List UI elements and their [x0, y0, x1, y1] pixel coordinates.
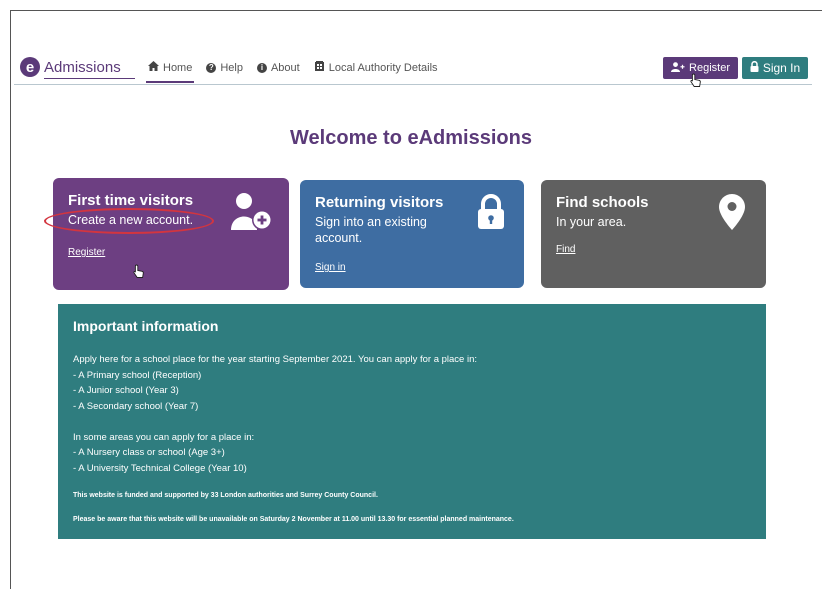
page-title: Welcome to eAdmissions: [290, 127, 532, 149]
info-line: - A Junior school (Year 3): [73, 385, 179, 396]
nav-local-authority[interactable]: Local Authority Details: [314, 61, 438, 74]
nav-home[interactable]: Home: [145, 61, 195, 83]
highlight-circle: [44, 208, 214, 234]
maintenance-note: Please be aware that this website will b…: [73, 516, 514, 523]
card-subtitle: In your area.: [556, 215, 627, 229]
logo[interactable]: e Admissions: [20, 57, 135, 79]
nav-local-authority-label: Local Authority Details: [328, 61, 438, 74]
info-line: - A Nursery class or school (Age 3+): [73, 447, 225, 458]
nav-about[interactable]: i About: [256, 61, 300, 74]
lock-icon: [476, 194, 506, 235]
info-line: - A University Technical College (Year 1…: [73, 462, 247, 474]
card-returning-visitors[interactable]: Returning visitors Sign into an existing…: [300, 180, 524, 288]
map-pin-icon: [719, 194, 745, 235]
card-title: Find schools: [556, 194, 649, 211]
card-find-schools[interactable]: Find schools In your area. Find: [541, 180, 766, 288]
info-title: Important information: [73, 318, 219, 334]
card-title: First time visitors: [68, 192, 194, 209]
nav-about-label: About: [270, 61, 300, 74]
register-link[interactable]: Register: [68, 247, 105, 258]
card-title: Returning visitors: [315, 194, 444, 211]
nav-links: Home ? Help i About Local Authority Deta…: [145, 61, 438, 83]
hand-cursor-icon: [133, 264, 145, 284]
info-line: - A Primary school (Reception): [73, 369, 202, 381]
info-line: - A Secondary school (Year 7): [73, 400, 199, 412]
nav-help-label: Help: [220, 61, 243, 74]
info-icon: i: [256, 62, 267, 73]
important-information-panel: Important information Apply here for a s…: [58, 304, 766, 539]
info-line: Apply here for a school place for the ye…: [73, 354, 478, 365]
find-link[interactable]: Find: [556, 244, 575, 255]
card-first-time-visitors[interactable]: First time visitors Create a new account…: [53, 178, 289, 290]
building-icon: [314, 61, 325, 74]
lock-icon: [750, 60, 759, 75]
logo-mark: e: [20, 57, 40, 77]
nav-home-label: Home: [163, 61, 193, 74]
user-add-icon: [671, 61, 685, 75]
card-subtitle: Sign into an existing account.: [315, 215, 427, 245]
mouse-cursor-icon: [690, 73, 702, 93]
signin-button[interactable]: Sign In: [742, 57, 808, 79]
user-add-icon: [231, 192, 273, 237]
funding-note: This website is funded and supported by …: [73, 492, 378, 499]
info-line: In some areas you can apply for a place …: [73, 431, 255, 443]
nav-help[interactable]: ? Help: [206, 61, 243, 74]
window-border-left: [10, 10, 11, 589]
info-line: [73, 414, 477, 430]
logo-text: Admissions: [44, 58, 135, 79]
window-border-top: [10, 10, 822, 11]
info-lines: Apply here for a school place for the ye…: [73, 352, 477, 476]
home-icon: [148, 61, 159, 74]
question-icon: ?: [206, 62, 217, 73]
signin-button-label: Sign In: [762, 61, 801, 75]
signin-link[interactable]: Sign in: [315, 262, 346, 273]
